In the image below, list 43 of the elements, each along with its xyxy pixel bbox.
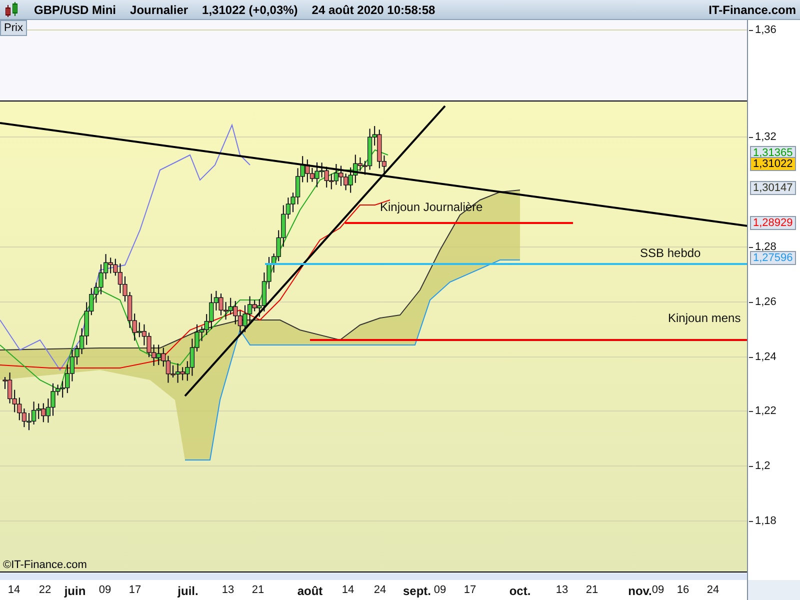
price-tag: 1,30147	[750, 181, 796, 195]
axis-label: 17	[128, 584, 142, 596]
axis-label: 24	[706, 584, 720, 596]
level-label: SSB hebdo	[640, 246, 701, 260]
axis-label: 21	[252, 584, 264, 596]
quote-value: 1,31022 (+0,03%)	[202, 2, 298, 16]
axis-label: 16	[676, 584, 690, 596]
axis-label: juin	[64, 584, 86, 598]
axis-label: nov.	[628, 584, 652, 598]
axis-label: 1,26	[749, 296, 776, 308]
axis-label: 09	[434, 584, 446, 596]
axis-label: août	[297, 584, 323, 598]
axis-label: 14	[342, 584, 354, 596]
axis-label: 1,18	[749, 515, 776, 527]
axis-label: 09	[98, 584, 112, 596]
axis-label: 1,28	[749, 241, 776, 253]
level-label: Kinjoun mens	[668, 311, 741, 325]
brand-name: IT-Finance.com	[708, 2, 796, 16]
axis-label: 09	[652, 584, 664, 596]
axis-label: 1,32	[749, 131, 776, 143]
axis-label: 22	[38, 584, 52, 596]
candlestick-icon	[4, 2, 20, 18]
axis-label: 14	[8, 584, 20, 596]
axis-label: 24	[374, 584, 386, 596]
axis-label: 1,36	[749, 24, 776, 36]
axis-label: 1,2	[749, 460, 770, 472]
price-tag: 1,28929	[750, 216, 796, 230]
axis-label: 13	[556, 584, 568, 596]
axis-label: juil.	[178, 584, 198, 598]
axis-label: 1,24	[749, 351, 776, 363]
axis-label: oct.	[509, 584, 531, 598]
watermark-text: ©IT-Finance.com	[3, 559, 87, 571]
axis-label: sept.	[403, 584, 431, 598]
period-label: Journalier	[130, 2, 188, 16]
axis-label: 17	[464, 584, 476, 596]
instrument-name: GBP/USD Mini	[34, 2, 116, 16]
axis-label: 13	[222, 584, 234, 596]
axis-label: 1,22	[749, 405, 776, 417]
price-tag: 1,31022	[750, 157, 796, 171]
axis-label: 21	[586, 584, 598, 596]
date-time: 24 août 2020 10:58:58	[312, 2, 436, 16]
panel-label: Prix	[0, 20, 27, 36]
price-tag: 1,27596	[750, 251, 796, 265]
